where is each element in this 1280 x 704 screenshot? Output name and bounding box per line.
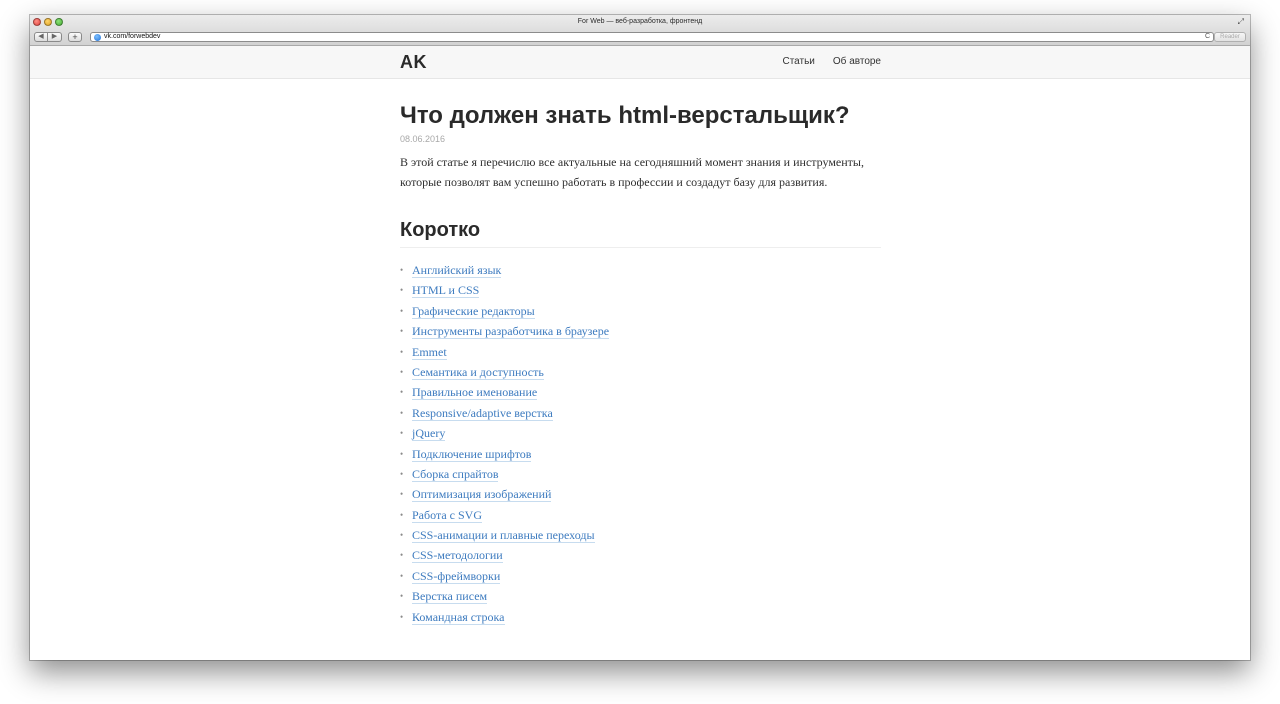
back-button[interactable]: ◀ bbox=[34, 32, 48, 42]
list-item: HTML и CSS bbox=[400, 280, 881, 301]
article-intro: В этой статье я перечислю все актуальные… bbox=[400, 155, 864, 189]
toc-link[interactable]: HTML и CSS bbox=[412, 283, 480, 299]
nav-link-about-author[interactable]: Об авторе bbox=[833, 56, 881, 67]
window-title: For Web — веб-разработка, фронтенд bbox=[577, 18, 703, 25]
back-arrow-icon: ◀ bbox=[38, 33, 44, 40]
toc-link[interactable]: CSS-методологии bbox=[412, 548, 503, 564]
forward-arrow-icon: ▶ bbox=[51, 33, 58, 40]
toc-link[interactable]: Сборка спрайтов bbox=[412, 466, 499, 482]
globe-icon bbox=[94, 33, 101, 41]
section-title: Коротко bbox=[400, 219, 881, 248]
toc-link[interactable]: CSS-фреймворки bbox=[412, 568, 501, 584]
list-item: Подключение шрифтов bbox=[400, 444, 881, 464]
browser-chrome: For Web — веб-разработка, фронтенд ⤢ ◀ ▶… bbox=[30, 15, 1250, 46]
list-item: Английский язык bbox=[400, 260, 881, 281]
site-header-inner: AK Статьи Об авторе bbox=[400, 46, 881, 78]
article: Что должен знать html-верстальщик? 08.06… bbox=[400, 102, 881, 627]
list-item: Инструменты разработчика в браузере bbox=[400, 321, 881, 342]
list-item: Правильное именование bbox=[400, 382, 881, 403]
fullscreen-icon[interactable]: ⤢ bbox=[1238, 18, 1244, 26]
list-item: Графические редакторы bbox=[400, 301, 881, 322]
history-buttons: ◀ ▶ bbox=[34, 32, 62, 42]
list-item: Оптимизация изображений bbox=[400, 484, 881, 505]
list-item: CSS-фреймворки bbox=[400, 566, 881, 587]
list-item: Сборка спрайтов bbox=[400, 464, 881, 485]
toc-link[interactable]: Верстка писем bbox=[412, 589, 488, 605]
list-item: Верстка писем bbox=[400, 586, 881, 607]
toc-link[interactable]: CSS-анимации и плавные переходы bbox=[412, 528, 595, 544]
article-title: Что должен знать html-верстальщик? bbox=[400, 102, 850, 129]
forward-button[interactable]: ▶ bbox=[48, 32, 62, 42]
add-bookmark-button[interactable]: + bbox=[68, 32, 82, 42]
site-logo[interactable]: AK bbox=[400, 52, 427, 73]
url-text[interactable]: vk.com/forwebdev bbox=[104, 33, 160, 41]
site-header: AK Статьи Об авторе bbox=[30, 46, 1250, 79]
list-item: Командная строка bbox=[400, 607, 881, 627]
toc-list: Английский язык HTML и CSS Графические р… bbox=[400, 260, 881, 627]
address-bar[interactable]: vk.com/forwebdev C bbox=[90, 32, 1214, 42]
toc-link[interactable]: jQuery bbox=[412, 426, 446, 442]
list-item: jQuery bbox=[400, 423, 881, 444]
list-item: CSS-методологии bbox=[400, 545, 881, 566]
toc-link[interactable]: Инструменты разработчика в браузере bbox=[412, 324, 610, 340]
toc-link[interactable]: Правильное именование bbox=[412, 385, 538, 401]
toc-link[interactable]: Emmet bbox=[412, 344, 447, 360]
toc-link[interactable]: Семантика и доступность bbox=[412, 364, 544, 380]
plus-icon: + bbox=[72, 32, 78, 42]
list-item: Responsive/adaptive верстка bbox=[400, 403, 881, 424]
title-bar: For Web — веб-разработка, фронтенд ⤢ bbox=[30, 15, 1250, 30]
reload-icon[interactable]: C bbox=[1205, 33, 1210, 41]
toc-link[interactable]: Responsive/adaptive верстка bbox=[412, 405, 553, 421]
article-date: 08.06.2016 bbox=[400, 134, 446, 144]
toc-link[interactable]: Английский язык bbox=[412, 263, 502, 278]
list-item: Работа с SVG bbox=[400, 505, 881, 525]
toc-link[interactable]: Работа с SVG bbox=[412, 507, 482, 523]
browser-toolbar: ◀ ▶ + vk.com/forwebdev C Reader bbox=[30, 30, 1250, 45]
list-item: Семантика и доступность bbox=[400, 362, 881, 383]
browser-window: For Web — веб-разработка, фронтенд ⤢ ◀ ▶… bbox=[30, 15, 1250, 660]
toc-link[interactable]: Подключение шрифтов bbox=[412, 446, 532, 462]
toc-link[interactable]: Графические редакторы bbox=[412, 303, 535, 319]
web-page: AK Статьи Об авторе Что должен знать htm… bbox=[30, 46, 1250, 660]
nav-link-articles[interactable]: Статьи bbox=[782, 56, 814, 67]
reader-button[interactable]: Reader bbox=[1214, 32, 1246, 42]
list-item: CSS-анимации и плавные переходы bbox=[400, 525, 881, 546]
list-item: Emmet bbox=[400, 342, 881, 362]
toc-link[interactable]: Оптимизация изображений bbox=[412, 487, 552, 503]
site-nav: Статьи Об авторе bbox=[782, 56, 881, 67]
toc-link[interactable]: Командная строка bbox=[412, 609, 505, 625]
